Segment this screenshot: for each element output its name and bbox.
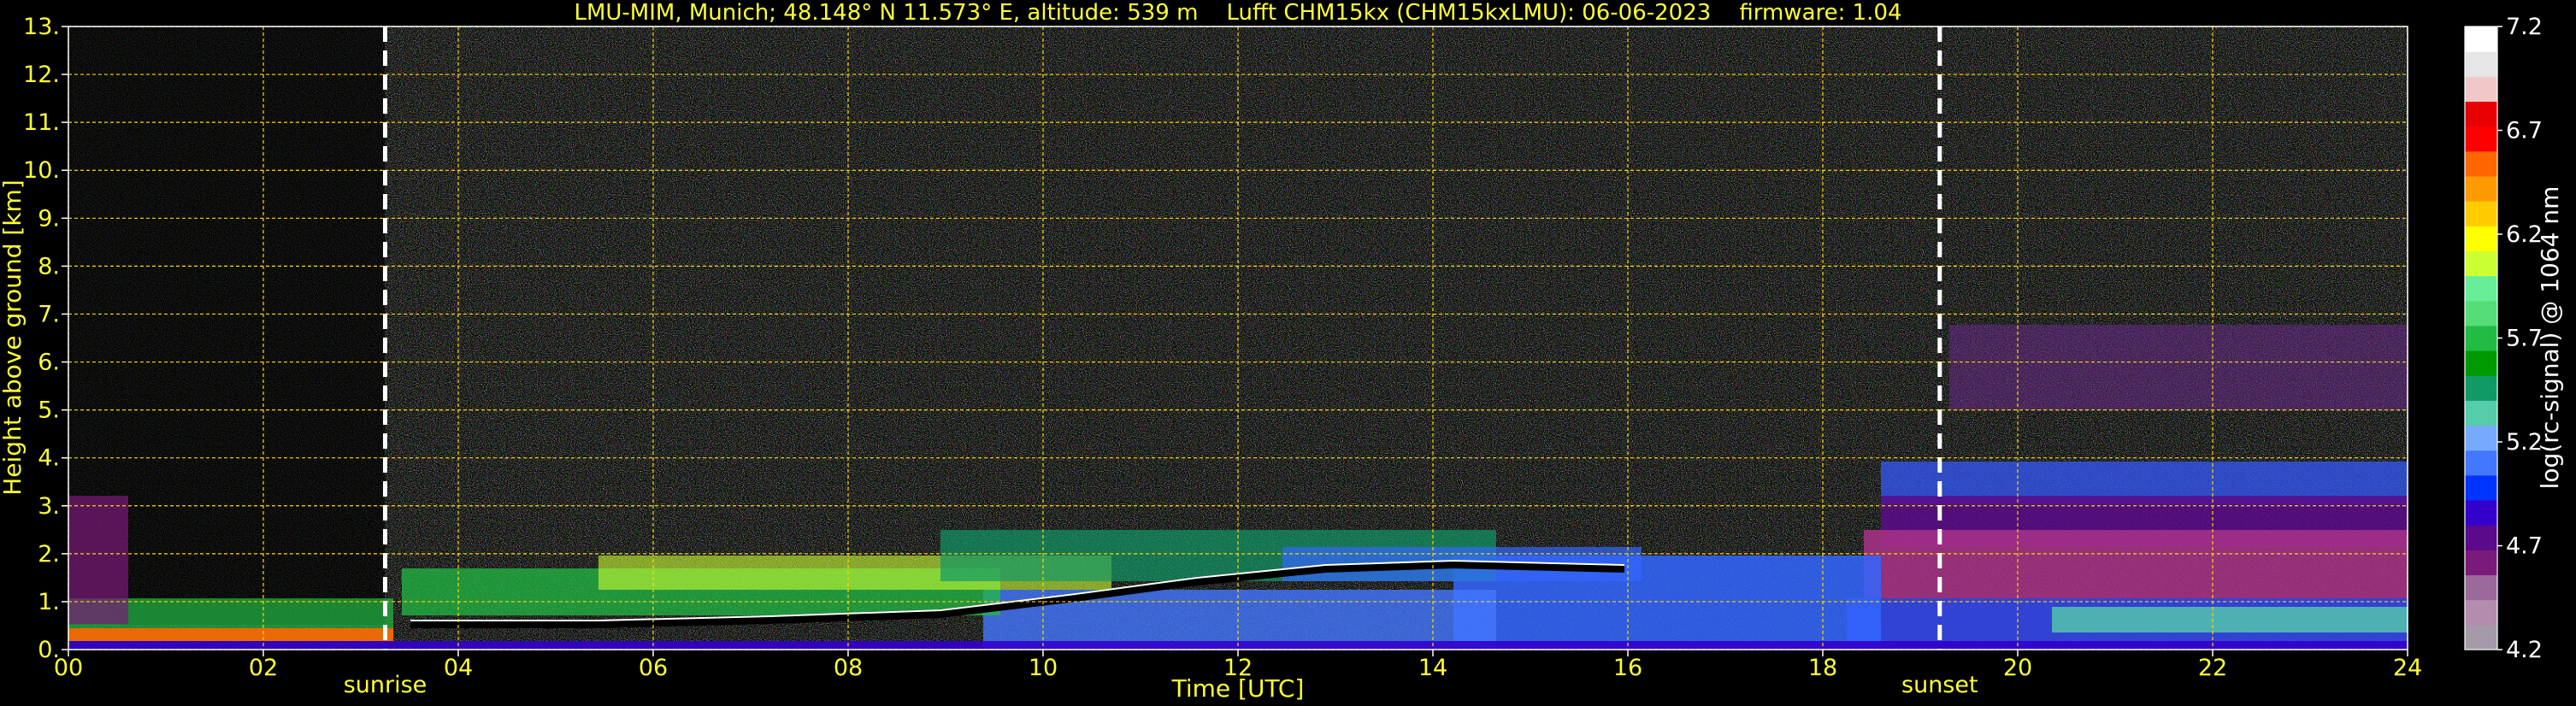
colorbar-segment [2465,574,2497,601]
colorbar [2465,26,2497,650]
colorbar-segment [2465,226,2497,251]
colorbar-segment [2465,375,2497,401]
colorbar-segment [2465,325,2497,351]
x-tick-label: 06 [639,655,668,681]
sunset-label: sunset [1901,672,1978,698]
colorbar-segment [2465,201,2497,227]
x-tick-label: 08 [834,655,863,681]
colorbar-segment [2465,425,2497,451]
ceilometer-chart: 00 02 04 06 08 10 12 14 16 18 20 22 24 0.1.2.3.4.5.6… [0,0,2564,703]
colorbar-segment [2465,350,2497,376]
colorbar-segment [2465,400,2497,427]
colorbar-segment [2465,624,2497,650]
y-tick-label: 11. [23,109,60,136]
sunrise-label: sunrise [344,672,427,698]
colorbar-segment [2465,525,2497,550]
x-axis-label: Time [UTC] [1171,674,1305,703]
x-tick-label: 14 [1418,655,1447,681]
colorbar-segment [2465,126,2497,152]
x-tick-label: 02 [249,655,278,681]
y-tick-label: 12. [23,62,60,88]
colorbar-segment [2465,250,2497,277]
colorbar-segment [2465,175,2497,202]
y-tick-labels: 0. 1. 2. 3. 4. 5. 6. 7. 8. 9. 10. 11. 12. 13. [23,14,68,663]
sun-marker-labels: sunrise sunset [344,672,1978,698]
colorbar-tick-label: 6.7 [2506,118,2543,144]
colorbar-tick-label: 4.2 [2506,637,2543,663]
y-tick-label: 6. [38,350,60,376]
y-tick-label: 0. [38,637,60,663]
colorbar-segment [2465,101,2497,127]
colorbar-segment [2465,550,2497,576]
y-tick-label: 4. [38,445,60,472]
colorbar-label: log(rc-signal) @ 1064 nm [2536,186,2564,490]
x-tick-label: 16 [1613,655,1642,681]
x-tick-label: 10 [1029,655,1058,681]
x-tick-label: 18 [1808,655,1837,681]
x-tick-label: 22 [2198,655,2227,681]
colorbar-tick-label: 4.7 [2506,533,2543,560]
colorbar-segment [2465,150,2497,177]
colorbar-segment [2465,599,2497,626]
colorbar-segment [2465,450,2497,476]
chart-title: LMU-MIM, Munich; 48.148° N 11.573° E, al… [574,0,1901,26]
y-tick-label: 13. [23,14,60,40]
colorbar-segment [2465,76,2497,102]
y-tick-label: 3. [38,493,60,520]
colorbar-segment [2465,300,2497,327]
colorbar-segment [2465,500,2497,526]
x-tick-label: 24 [2393,655,2422,681]
y-tick-label: 9. [38,205,60,232]
y-tick-label: 10. [23,157,60,184]
colorbar-segment [2465,26,2497,52]
x-tick-label: 04 [444,655,473,681]
y-axis-label: Height above ground [km] [0,179,27,496]
colorbar-tick-label: 7.2 [2506,14,2543,40]
colorbar-segment [2465,474,2497,501]
y-tick-label: 8. [38,253,60,279]
colorbar-segment [2465,275,2497,302]
y-tick-label: 2. [38,541,60,568]
y-tick-label: 7. [38,301,60,327]
colorbar-segment [2465,51,2497,77]
x-tick-label: 20 [2003,655,2032,681]
y-tick-label: 5. [38,397,60,424]
y-tick-label: 1. [38,589,60,615]
